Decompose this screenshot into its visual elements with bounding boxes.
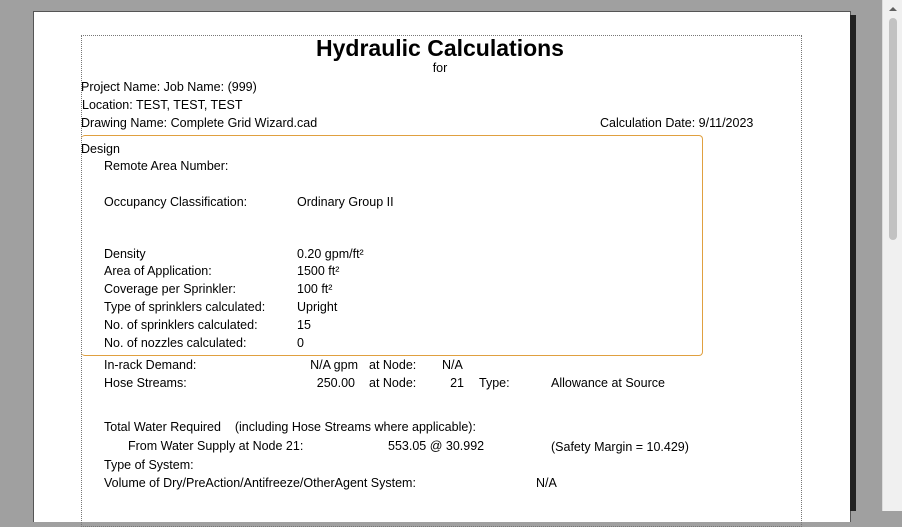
project-name: Project Name: Job Name: (999) — [81, 80, 257, 94]
sprinkler-type-label: Type of sprinklers calculated: — [104, 300, 266, 314]
occupancy-value: Ordinary Group II — [297, 195, 394, 209]
hose-streams-label: Hose Streams: — [104, 376, 187, 390]
hose-node-value: 21 — [450, 376, 464, 390]
occupancy-label: Occupancy Classification: — [104, 195, 248, 209]
coverage-value: 100 ft² — [297, 282, 333, 296]
sprinkler-type-value: Upright — [297, 300, 338, 314]
hose-type-label: Type: — [479, 376, 510, 390]
density-value: 0.20 gpm/ft² — [297, 247, 364, 261]
vertical-scrollbar[interactable] — [882, 0, 902, 511]
page-shadow — [850, 15, 856, 511]
remote-area-label: Remote Area Number: — [104, 159, 229, 173]
water-supply-label: From Water Supply at Node 21: — [128, 439, 304, 453]
hose-node-label: at Node: — [369, 376, 417, 390]
hose-type-value: Allowance at Source — [551, 376, 665, 390]
density-label: Density — [104, 247, 146, 261]
inrack-demand-label: In-rack Demand: — [104, 358, 197, 372]
safety-margin: (Safety Margin = 10.429) — [551, 440, 689, 454]
location: Location: TEST, TEST, TEST — [82, 98, 243, 112]
inrack-demand-value: N/A gpm — [310, 358, 358, 372]
num-sprinklers-value: 15 — [297, 318, 311, 332]
drawing-name: Drawing Name: Complete Grid Wizard.cad — [81, 116, 318, 130]
system-type-label: Type of System: — [104, 458, 194, 472]
scroll-up-arrow-icon[interactable] — [883, 0, 902, 18]
total-water-label: Total Water Required (including Hose Str… — [104, 420, 476, 434]
water-supply-value: 553.05 @ 30.992 — [388, 439, 485, 453]
report-title: Hydraulic Calculations — [316, 35, 564, 61]
calculation-date: Calculation Date: 9/11/2023 — [600, 116, 754, 130]
report-subtitle: for — [432, 61, 448, 75]
system-volume-label: Volume of Dry/PreAction/Antifreeze/Other… — [104, 476, 416, 490]
num-sprinklers-label: No. of sprinklers calculated: — [104, 318, 258, 332]
num-nozzles-value: 0 — [297, 336, 304, 350]
area-value: 1500 ft² — [297, 264, 340, 278]
system-volume-value: N/A — [536, 476, 557, 490]
hose-streams-value: 250.00 — [316, 376, 355, 390]
area-label: Area of Application: — [104, 264, 212, 278]
design-heading: Design — [81, 142, 120, 156]
num-nozzles-label: No. of nozzles calculated: — [104, 336, 247, 350]
inrack-node-value: N/A — [442, 358, 463, 372]
scrollbar-thumb[interactable] — [889, 18, 897, 240]
coverage-label: Coverage per Sprinkler: — [104, 282, 237, 296]
inrack-node-label: at Node: — [369, 358, 417, 372]
